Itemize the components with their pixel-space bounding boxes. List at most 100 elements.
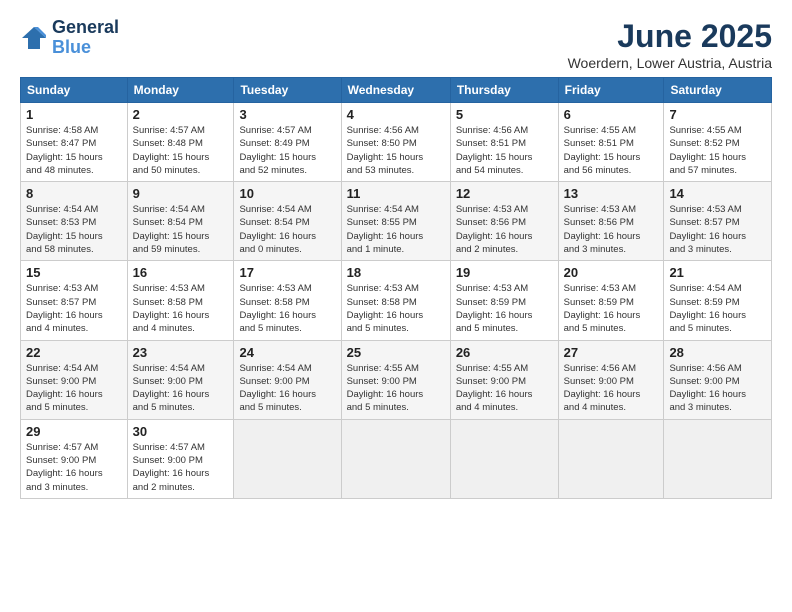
calendar-table: Sunday Monday Tuesday Wednesday Thursday… [20, 77, 772, 499]
calendar-cell: 6 Sunrise: 4:55 AMSunset: 8:51 PMDaylight… [558, 103, 664, 182]
day-info: Sunrise: 4:56 AMSunset: 8:51 PMDaylight:… [456, 124, 553, 177]
day-info: Sunrise: 4:54 AMSunset: 8:53 PMDaylight:… [26, 203, 122, 256]
logo: General Blue [20, 18, 119, 58]
calendar-week-5: 29 Sunrise: 4:57 AMSunset: 9:00 PMDayligh… [21, 419, 772, 498]
calendar-cell: 27 Sunrise: 4:56 AMSunset: 9:00 PMDayligh… [558, 340, 664, 419]
calendar-cell: 28 Sunrise: 4:56 AMSunset: 9:00 PMDayligh… [664, 340, 772, 419]
calendar-cell: 1 Sunrise: 4:58 AMSunset: 8:47 PMDaylight… [21, 103, 128, 182]
day-number: 15 [26, 265, 122, 280]
calendar-body: 1 Sunrise: 4:58 AMSunset: 8:47 PMDaylight… [21, 103, 772, 499]
col-tuesday: Tuesday [234, 78, 341, 103]
calendar-cell: 16Sunrise: 4:53 AMSunset: 8:58 PMDayligh… [127, 261, 234, 340]
day-info: Sunrise: 4:56 AMSunset: 9:00 PMDaylight:… [669, 362, 766, 415]
calendar-cell: 2Sunrise: 4:57 AMSunset: 8:48 PMDaylight… [127, 103, 234, 182]
day-info: Sunrise: 4:54 AMSunset: 8:55 PMDaylight:… [347, 203, 445, 256]
day-info: Sunrise: 4:58 AMSunset: 8:47 PMDaylight:… [26, 124, 122, 177]
location: Woerdern, Lower Austria, Austria [568, 55, 772, 71]
logo-line2: Blue [52, 38, 119, 58]
day-number: 7 [669, 107, 766, 122]
day-number: 5 [456, 107, 553, 122]
day-number: 12 [456, 186, 553, 201]
day-number: 25 [347, 345, 445, 360]
calendar-cell: 24Sunrise: 4:54 AMSunset: 9:00 PMDayligh… [234, 340, 341, 419]
calendar-cell: 30 Sunrise: 4:57 AMSunset: 9:00 PMDayligh… [127, 419, 234, 498]
day-number: 22 [26, 345, 122, 360]
month-title: June 2025 [568, 18, 772, 55]
calendar-cell: 12 Sunrise: 4:53 AMSunset: 8:56 PMDayligh… [450, 182, 558, 261]
calendar-cell [234, 419, 341, 498]
calendar-cell: 3Sunrise: 4:57 AMSunset: 8:49 PMDaylight… [234, 103, 341, 182]
day-info: Sunrise: 4:53 AMSunset: 8:56 PMDaylight:… [456, 203, 553, 256]
calendar-cell: 15 Sunrise: 4:53 AMSunset: 8:57 PMDayligh… [21, 261, 128, 340]
calendar-cell: 10Sunrise: 4:54 AMSunset: 8:54 PMDayligh… [234, 182, 341, 261]
day-info: Sunrise: 4:53 AMSunset: 8:59 PMDaylight:… [456, 282, 553, 335]
logo-line1: General [52, 18, 119, 38]
calendar-cell: 25 Sunrise: 4:55 AMSunset: 9:00 PMDayligh… [341, 340, 450, 419]
logo-icon [20, 24, 48, 52]
day-number: 20 [564, 265, 659, 280]
calendar-cell: 26 Sunrise: 4:55 AMSunset: 9:00 PMDayligh… [450, 340, 558, 419]
day-number: 18 [347, 265, 445, 280]
day-info: Sunrise: 4:57 AMSunset: 8:49 PMDaylight:… [239, 124, 335, 177]
day-info: Sunrise: 4:53 AMSunset: 8:58 PMDaylight:… [239, 282, 335, 335]
calendar-week-4: 22 Sunrise: 4:54 AMSunset: 9:00 PMDayligh… [21, 340, 772, 419]
day-info: Sunrise: 4:53 AMSunset: 8:57 PMDaylight:… [669, 203, 766, 256]
col-sunday: Sunday [21, 78, 128, 103]
day-info: Sunrise: 4:55 AMSunset: 9:00 PMDaylight:… [347, 362, 445, 415]
calendar-cell: 14 Sunrise: 4:53 AMSunset: 8:57 PMDayligh… [664, 182, 772, 261]
day-number: 10 [239, 186, 335, 201]
col-thursday: Thursday [450, 78, 558, 103]
day-info: Sunrise: 4:53 AMSunset: 8:59 PMDaylight:… [564, 282, 659, 335]
title-area: June 2025 Woerdern, Lower Austria, Austr… [568, 18, 772, 71]
col-monday: Monday [127, 78, 234, 103]
day-number: 6 [564, 107, 659, 122]
day-number: 4 [347, 107, 445, 122]
day-info: Sunrise: 4:55 AMSunset: 8:52 PMDaylight:… [669, 124, 766, 177]
day-info: Sunrise: 4:54 AMSunset: 9:00 PMDaylight:… [239, 362, 335, 415]
day-info: Sunrise: 4:54 AMSunset: 9:00 PMDaylight:… [26, 362, 122, 415]
day-info: Sunrise: 4:55 AMSunset: 8:51 PMDaylight:… [564, 124, 659, 177]
day-number: 17 [239, 265, 335, 280]
day-number: 1 [26, 107, 122, 122]
calendar-cell [450, 419, 558, 498]
calendar-cell: 20 Sunrise: 4:53 AMSunset: 8:59 PMDayligh… [558, 261, 664, 340]
day-number: 26 [456, 345, 553, 360]
calendar-cell [341, 419, 450, 498]
calendar-header: Sunday Monday Tuesday Wednesday Thursday… [21, 78, 772, 103]
calendar-cell: 5 Sunrise: 4:56 AMSunset: 8:51 PMDaylight… [450, 103, 558, 182]
day-info: Sunrise: 4:53 AMSunset: 8:58 PMDaylight:… [133, 282, 229, 335]
day-info: Sunrise: 4:57 AMSunset: 9:00 PMDaylight:… [133, 441, 229, 494]
day-number: 29 [26, 424, 122, 439]
calendar-cell: 4 Sunrise: 4:56 AMSunset: 8:50 PMDaylight… [341, 103, 450, 182]
day-info: Sunrise: 4:56 AMSunset: 9:00 PMDaylight:… [564, 362, 659, 415]
day-info: Sunrise: 4:55 AMSunset: 9:00 PMDaylight:… [456, 362, 553, 415]
calendar-cell: 8 Sunrise: 4:54 AMSunset: 8:53 PMDaylight… [21, 182, 128, 261]
calendar-cell: 19Sunrise: 4:53 AMSunset: 8:59 PMDayligh… [450, 261, 558, 340]
day-info: Sunrise: 4:56 AMSunset: 8:50 PMDaylight:… [347, 124, 445, 177]
calendar-cell: 13Sunrise: 4:53 AMSunset: 8:56 PMDayligh… [558, 182, 664, 261]
day-info: Sunrise: 4:54 AMSunset: 8:59 PMDaylight:… [669, 282, 766, 335]
calendar-cell: 23 Sunrise: 4:54 AMSunset: 9:00 PMDayligh… [127, 340, 234, 419]
calendar-cell: 21Sunrise: 4:54 AMSunset: 8:59 PMDayligh… [664, 261, 772, 340]
day-info: Sunrise: 4:53 AMSunset: 8:58 PMDaylight:… [347, 282, 445, 335]
day-number: 8 [26, 186, 122, 201]
col-wednesday: Wednesday [341, 78, 450, 103]
day-number: 11 [347, 186, 445, 201]
calendar-cell: 29 Sunrise: 4:57 AMSunset: 9:00 PMDayligh… [21, 419, 128, 498]
day-info: Sunrise: 4:57 AMSunset: 9:00 PMDaylight:… [26, 441, 122, 494]
calendar-cell [558, 419, 664, 498]
day-number: 14 [669, 186, 766, 201]
day-info: Sunrise: 4:54 AMSunset: 9:00 PMDaylight:… [133, 362, 229, 415]
day-number: 28 [669, 345, 766, 360]
calendar-week-1: 1 Sunrise: 4:58 AMSunset: 8:47 PMDaylight… [21, 103, 772, 182]
logo-text: General Blue [52, 18, 119, 58]
day-info: Sunrise: 4:53 AMSunset: 8:57 PMDaylight:… [26, 282, 122, 335]
day-number: 9 [133, 186, 229, 201]
col-saturday: Saturday [664, 78, 772, 103]
calendar-cell: 11 Sunrise: 4:54 AMSunset: 8:55 PMDayligh… [341, 182, 450, 261]
header: General Blue June 2025 Woerdern, Lower A… [20, 18, 772, 71]
day-number: 23 [133, 345, 229, 360]
calendar-cell: 9Sunrise: 4:54 AMSunset: 8:54 PMDaylight… [127, 182, 234, 261]
day-number: 30 [133, 424, 229, 439]
day-number: 27 [564, 345, 659, 360]
